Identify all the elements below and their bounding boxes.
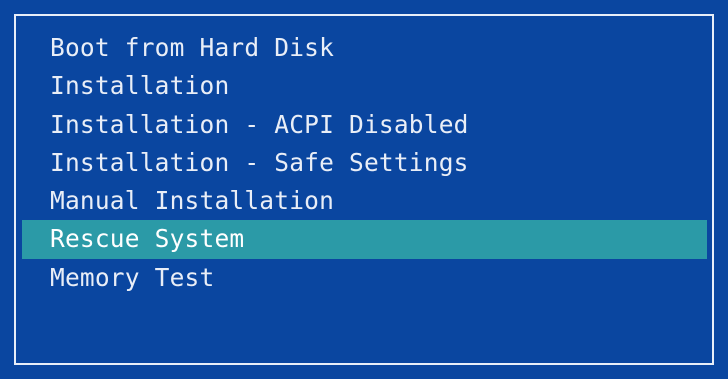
menu-item-label: Boot from Hard Disk [50,33,335,62]
menu-item-label: Manual Installation [50,186,335,216]
boot-menu: Boot from Hard Disk Installation Install… [22,29,707,297]
menu-item-memory-test[interactable]: Memory Test [22,259,707,297]
menu-item-label: Installation - Safe Settings [50,147,469,177]
menu-item-label: Installation [50,71,230,101]
menu-item-installation-acpi-disabled[interactable]: Installation - ACPI Disabled [22,106,707,144]
menu-item-label: Memory Test [50,262,215,292]
menu-item-label: Rescue System [50,224,245,254]
menu-item-boot-from-hard-disk[interactable]: Boot from Hard Disk [22,29,707,67]
menu-item-installation[interactable]: Installation [22,67,707,105]
menu-item-manual-installation[interactable]: Manual Installation [22,182,707,220]
menu-item-label: Installation - ACPI Disabled [50,109,469,139]
menu-item-installation-safe-settings[interactable]: Installation - Safe Settings [22,144,707,182]
boot-screen: Boot from Hard Disk Installation Install… [0,0,728,379]
menu-item-rescue-system[interactable]: Rescue System [22,220,707,259]
